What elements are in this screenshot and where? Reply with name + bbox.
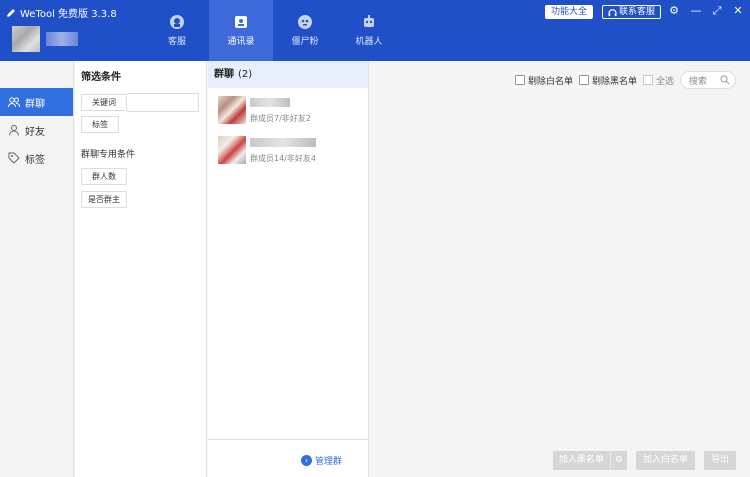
tag-filter-button[interactable]: 标签 bbox=[81, 116, 119, 133]
filter-panel: 筛选条件 关键词 标签 群聊专用条件 群人数 是否群主 bbox=[75, 61, 207, 477]
search-placeholder: 搜索 bbox=[689, 76, 708, 87]
sidebar-item-label: 群聊 bbox=[25, 98, 45, 110]
tab-label: 机器人 bbox=[355, 36, 383, 47]
app-title-text: WeTool 免费版 3.3.8 bbox=[20, 9, 117, 20]
zombie-icon bbox=[298, 14, 312, 29]
avatar[interactable] bbox=[12, 26, 40, 52]
keyword-input[interactable] bbox=[127, 93, 199, 112]
remove-whitelist-label: 剔除白名单 bbox=[527, 76, 573, 87]
tag-icon bbox=[8, 152, 20, 164]
remove-whitelist-checkbox[interactable]: 剔除白名单 bbox=[514, 74, 573, 87]
is-owner-button[interactable]: 是否群主 bbox=[81, 191, 127, 208]
chevron-right-icon: › bbox=[301, 455, 312, 466]
manage-groups-label: 管理群 bbox=[315, 457, 343, 467]
select-all-label: 全选 bbox=[655, 76, 674, 87]
keyword-button[interactable]: 关键词 bbox=[81, 94, 127, 111]
app-window: WeTool 免费版 3.3.8 客服 通讯录 僵尸粉 机器人 功能大全 联系客… bbox=[0, 0, 750, 477]
member-actions: 加入黑名单 ⚙ 加入白名单 导出 bbox=[552, 451, 736, 470]
keyword-row: 关键词 bbox=[81, 93, 200, 112]
list-item[interactable]: 群成员14/非好友4 bbox=[208, 128, 368, 168]
group-icon bbox=[8, 97, 20, 108]
export-button[interactable]: 导出 bbox=[703, 451, 736, 470]
manage-groups-button[interactable]: › 管理群 bbox=[301, 454, 342, 467]
app-title: WeTool 免费版 3.3.8 bbox=[6, 5, 117, 20]
top-nav: 客服 通讯录 僵尸粉 机器人 bbox=[145, 0, 401, 61]
remove-blacklist-checkbox[interactable]: 剔除黑名单 bbox=[578, 74, 637, 87]
tab-label: 通讯录 bbox=[227, 36, 255, 47]
sidebar: 群聊 好友 标签 bbox=[0, 61, 74, 477]
sidebar-item-groups[interactable]: 群聊 bbox=[0, 88, 73, 116]
list-item[interactable]: 群成员7/非好友2 bbox=[208, 88, 368, 128]
add-blacklist-label: 加入黑名单 bbox=[558, 455, 604, 465]
add-blacklist-button[interactable]: 加入黑名单 ⚙ bbox=[552, 451, 627, 470]
remove-blacklist-label: 剔除黑名单 bbox=[591, 76, 637, 87]
tab-zombie-fans[interactable]: 僵尸粉 bbox=[273, 0, 337, 61]
tab-label: 僵尸粉 bbox=[291, 36, 319, 47]
wrench-icon bbox=[7, 8, 15, 17]
header: WeTool 免费版 3.3.8 客服 通讯录 僵尸粉 机器人 功能大全 联系客… bbox=[0, 0, 750, 61]
tab-label: 客服 bbox=[167, 36, 186, 47]
group-meta: 群成员14/非好友4 bbox=[250, 154, 316, 163]
tab-contacts[interactable]: 通讯录 bbox=[209, 0, 273, 61]
checkbox-icon bbox=[578, 75, 589, 85]
contact-support-button[interactable]: 联系客服 bbox=[602, 5, 662, 19]
maximize-icon[interactable]: ⤢ bbox=[710, 4, 724, 18]
contact-support-label: 联系客服 bbox=[619, 7, 656, 17]
headset-icon bbox=[608, 8, 617, 16]
minimize-icon[interactable]: — bbox=[689, 4, 703, 18]
sidebar-item-friends[interactable]: 好友 bbox=[0, 116, 73, 144]
filter-title: 筛选条件 bbox=[81, 72, 121, 83]
member-panel: 剔除白名单 剔除黑名单 全选 搜索 加入黑名单 ⚙ 加入白名单 导出 bbox=[370, 61, 750, 477]
close-icon[interactable]: ✕ bbox=[731, 4, 745, 18]
features-button[interactable]: 功能大全 bbox=[545, 5, 594, 19]
group-list-panel: 群聊 (2) 群成员7/非好友2 群成员14/非好友4 › 管理群 bbox=[208, 61, 369, 477]
headset-icon bbox=[170, 14, 184, 29]
user-profile[interactable] bbox=[12, 26, 78, 52]
member-count-button[interactable]: 群人数 bbox=[81, 168, 127, 185]
search-input[interactable]: 搜索 bbox=[680, 71, 736, 89]
add-whitelist-button[interactable]: 加入白名单 bbox=[635, 451, 695, 470]
sidebar-item-label: 好友 bbox=[25, 126, 45, 138]
group-meta: 群成员7/非好友2 bbox=[250, 114, 311, 123]
group-avatar bbox=[218, 96, 246, 124]
tab-customer-service[interactable]: 客服 bbox=[145, 0, 209, 61]
tab-robot[interactable]: 机器人 bbox=[337, 0, 401, 61]
group-count: (2) bbox=[238, 69, 253, 80]
robot-icon bbox=[364, 14, 374, 27]
contacts-icon bbox=[235, 15, 247, 28]
person-icon bbox=[9, 125, 19, 136]
group-conditions-title: 群聊专用条件 bbox=[81, 150, 136, 160]
checkbox-icon bbox=[514, 75, 525, 85]
group-list-header: 群聊 (2) bbox=[208, 61, 368, 88]
search-icon bbox=[720, 75, 730, 85]
group-name-blurred bbox=[250, 138, 316, 147]
checkbox-icon bbox=[642, 75, 653, 85]
group-list-footer bbox=[208, 439, 368, 477]
username-blurred bbox=[46, 32, 78, 46]
gear-icon[interactable]: ⚙ bbox=[609, 451, 627, 470]
member-options: 剔除白名单 剔除黑名单 全选 搜索 bbox=[514, 71, 736, 89]
sidebar-item-tags[interactable]: 标签 bbox=[0, 144, 73, 172]
group-list-title: 群聊 bbox=[214, 69, 234, 80]
select-all-checkbox[interactable]: 全选 bbox=[642, 74, 674, 87]
gear-icon[interactable]: ⚙ bbox=[667, 4, 681, 18]
group-name-blurred bbox=[250, 98, 290, 107]
sidebar-item-label: 标签 bbox=[25, 154, 45, 166]
group-avatar bbox=[218, 136, 246, 164]
